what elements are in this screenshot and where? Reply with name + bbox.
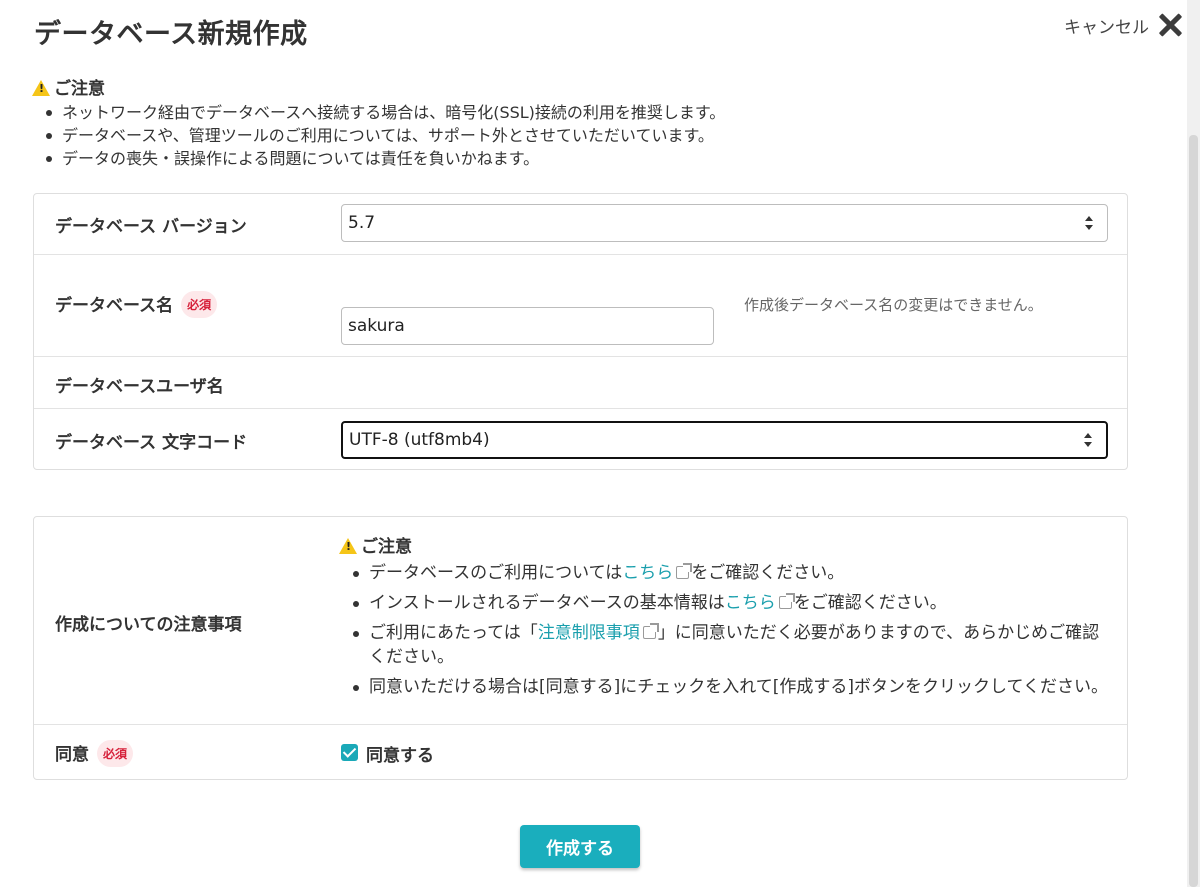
list-item: データの喪失・誤操作による問題については責任を負いかねます。 <box>32 147 725 170</box>
db-name-row: データベース名必須 作成後データベース名の変更はできません。 <box>34 255 1127 357</box>
db-name-label: データベース名 必須 <box>55 291 218 318</box>
version-select-value: 5.7 <box>348 213 376 233</box>
required-badge: 必須 <box>181 291 218 318</box>
cancel-button[interactable]: キャンセル <box>1064 12 1183 38</box>
notes-block: ご注意 データベースのご利用についてはこちらをご確認ください。 インストールされ… <box>339 532 1109 705</box>
top-notice: ご注意 ネットワーク経由でデータベースへ接続する場合は、暗号化(SSL)接続の利… <box>32 74 725 170</box>
version-label: データベース バージョン <box>55 217 247 237</box>
charset-select[interactable]: UTF-8 (utf8mb4) <box>341 421 1108 459</box>
db-name-input[interactable] <box>341 307 714 345</box>
cancel-label: キャンセル <box>1064 17 1149 38</box>
warning-icon <box>339 538 357 554</box>
charset-label: データベース 文字コード <box>55 433 248 453</box>
required-badge: 必須 <box>97 740 134 767</box>
top-notice-title: ご注意 <box>32 74 725 99</box>
terms-panel: 作成についての注意事項 ご注意 データベースのご利用についてはこちらをご確認くだ… <box>33 516 1128 780</box>
charset-select-value: UTF-8 (utf8mb4) <box>349 430 490 450</box>
external-link-icon[interactable] <box>778 593 795 609</box>
restrictions-link[interactable]: 注意制限事項 <box>538 623 640 643</box>
list-item: データベースや、管理ツールのご利用については、サポート外とさせていただいています… <box>32 124 725 147</box>
top-notice-list: ネットワーク経由でデータベースへ接続する場合は、暗号化(SSL)接続の利用を推奨… <box>32 101 725 170</box>
select-arrows-icon <box>1085 216 1093 230</box>
version-row: データベース バージョン 5.7 <box>34 194 1127 255</box>
notes-list: データベースのご利用についてはこちら をご確認ください。 インストールされるデータ… <box>339 561 1109 699</box>
version-select[interactable]: 5.7 <box>341 204 1108 242</box>
agree-label: 同意 必須 <box>55 740 134 767</box>
list-item: インストールされるデータベースの基本情報はこちら をご確認ください。 <box>339 591 1109 615</box>
usage-link[interactable]: こちら <box>622 563 673 583</box>
create-database-dialog: データベース新規作成 キャンセル ご注意 ネットワーク経由でデータベースへ接続す… <box>0 0 1187 887</box>
create-button[interactable]: 作成する <box>520 825 640 868</box>
scrollbar-thumb[interactable] <box>1189 135 1198 887</box>
warning-icon <box>32 80 50 96</box>
db-name-hint: 作成後データベース名の変更はできません。 <box>744 296 1043 314</box>
notes-label: 作成についての注意事項 <box>55 615 242 635</box>
list-item: ご利用にあたっては「注意制限事項 」に同意いただく必要がありますので、あらかじめご… <box>339 621 1109 669</box>
external-link-icon[interactable] <box>642 623 659 639</box>
charset-row: データベース 文字コード UTF-8 (utf8mb4) <box>34 409 1127 469</box>
external-link-icon[interactable] <box>676 563 693 579</box>
scrollbar[interactable] <box>1187 0 1200 887</box>
close-icon[interactable] <box>1157 12 1183 38</box>
dialog-title: データベース新規作成 <box>34 19 308 50</box>
agree-checkbox-label[interactable]: 同意する <box>366 741 434 766</box>
list-item: ネットワーク経由でデータベースへ接続する場合は、暗号化(SSL)接続の利用を推奨… <box>32 101 725 124</box>
database-settings-panel: データベース バージョン 5.7 データベース名必須 作成後データベース名の変更… <box>33 193 1128 470</box>
agree-row: 同意 必須 同意する <box>34 725 1127 780</box>
db-user-label: データベースユーザ名 <box>55 377 224 397</box>
list-item: 同意いただける場合は[同意する]にチェックを入れて[作成する]ボタンをクリックし… <box>339 675 1109 699</box>
notes-row: 作成についての注意事項 ご注意 データベースのご利用についてはこちらをご確認くだ… <box>34 517 1127 725</box>
select-arrows-icon <box>1084 433 1092 447</box>
db-user-row: データベースユーザ名 <box>34 357 1127 409</box>
notes-title: ご注意 <box>339 532 1109 557</box>
list-item: データベースのご利用についてはこちら をご確認ください。 <box>339 561 1109 585</box>
basic-info-link[interactable]: こちら <box>725 593 776 613</box>
agree-checkbox[interactable] <box>341 744 358 761</box>
